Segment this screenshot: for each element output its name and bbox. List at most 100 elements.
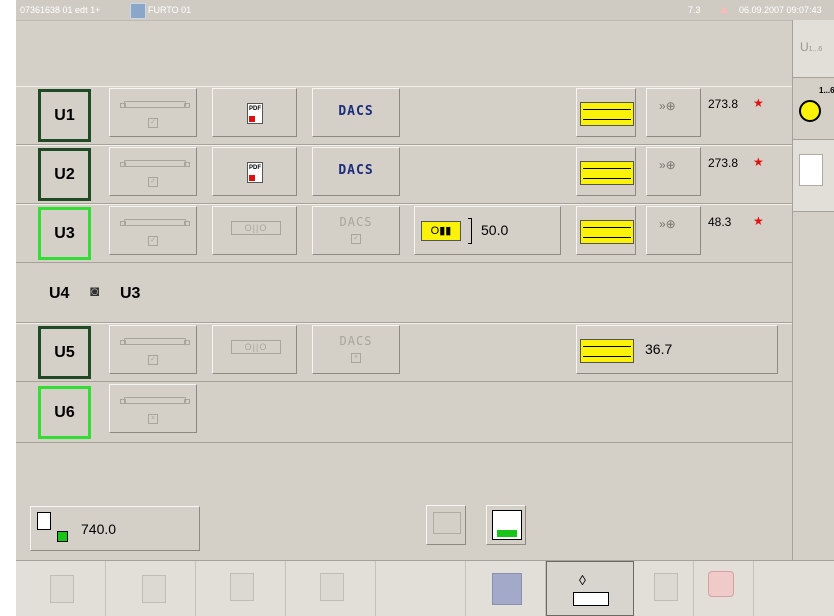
- pdf-button[interactable]: PDF: [212, 147, 297, 196]
- transfer-button[interactable]: »⊕: [646, 206, 701, 255]
- unit-label: U5: [54, 343, 75, 361]
- transfer-icon: »⊕: [659, 158, 676, 172]
- unit-label: U6: [54, 403, 75, 421]
- dacs-button-disabled[interactable]: DACS ×: [312, 325, 400, 374]
- perforation-button[interactable]: O||O: [212, 325, 297, 374]
- layout-diagram-icon: [580, 220, 634, 244]
- alert-arrow-icon: ▲: [718, 2, 730, 16]
- transfer-button[interactable]: »⊕: [646, 88, 701, 137]
- unit-value: 48.3: [708, 215, 732, 229]
- title-bar: 07361638 01 edt 1+ FURTO 01 7.3 ▲ 06.09.…: [16, 0, 834, 21]
- perforation-icon: O||O: [231, 221, 281, 235]
- layout-diagram-button[interactable]: [576, 206, 636, 255]
- monitor-icon: [492, 573, 522, 605]
- dacs-label: DACS: [338, 163, 374, 178]
- layout-diagram-button[interactable]: [576, 88, 636, 137]
- perforation-value: 50.0: [481, 222, 509, 238]
- cross-check-icon: ×: [148, 414, 158, 424]
- machine-load-icon: [230, 573, 254, 601]
- toolbar-button-4[interactable]: [286, 561, 376, 616]
- pdf-button[interactable]: PDF: [212, 88, 297, 137]
- notes-icon: [799, 154, 823, 186]
- unit-button-u2[interactable]: U2: [38, 148, 91, 201]
- check-icon: ✓: [351, 234, 361, 244]
- layout-diagram-icon: [580, 161, 634, 185]
- toolbar-button-3[interactable]: [196, 561, 286, 616]
- tab-rolls[interactable]: 1...6: [793, 78, 834, 140]
- roll-status-button[interactable]: ✓: [109, 325, 197, 374]
- roll-icon: [120, 160, 190, 167]
- roll-status-button[interactable]: ✓: [109, 206, 197, 255]
- unit-label-u4: U4: [49, 285, 70, 302]
- pdf-icon: PDF: [247, 162, 263, 183]
- perforation-button[interactable]: O||O: [212, 206, 297, 255]
- transfer-button[interactable]: »⊕: [646, 147, 701, 196]
- unit-value: 36.7: [645, 341, 673, 357]
- modified-star-icon: ★: [753, 214, 764, 228]
- dacs-label: DACS: [339, 334, 373, 348]
- unit-label: U2: [54, 165, 75, 183]
- layout-diagram-button[interactable]: [576, 147, 636, 196]
- perforation-icon: O||O: [231, 340, 281, 354]
- check-icon: ✓: [148, 177, 158, 187]
- dacs-label: DACS: [339, 215, 373, 229]
- width-value: 740.0: [81, 521, 117, 537]
- toolbar-button-9[interactable]: [694, 561, 754, 616]
- transfer-icon: »⊕: [659, 217, 676, 231]
- layout-diagram-icon: [580, 339, 634, 363]
- tab-units[interactable]: U1...6: [793, 20, 834, 78]
- layout-diagram-icon: [580, 102, 634, 126]
- unit-value: 273.8: [708, 156, 739, 170]
- bottom-toolbar: ◊: [16, 560, 834, 616]
- roll-status-button[interactable]: ×: [109, 384, 197, 433]
- dacs-button-disabled[interactable]: DACS ✓: [312, 206, 400, 255]
- roll-icon: [120, 338, 190, 345]
- layout-edit-button-disabled[interactable]: [426, 505, 466, 545]
- app-window: 07361638 01 edt 1+ FURTO 01 7.3 ▲ 06.09.…: [16, 0, 834, 616]
- unit-button-u5[interactable]: U5: [38, 326, 91, 379]
- perforation-value-button[interactable]: O▮▮ 50.0: [414, 206, 561, 255]
- pdf-icon: PDF: [247, 103, 263, 124]
- dacs-label: DACS: [338, 104, 374, 119]
- toolbar-button-6[interactable]: [466, 561, 546, 616]
- toolbar-button-5[interactable]: [376, 561, 466, 616]
- unit-label: U1: [54, 106, 75, 124]
- document-icon: [130, 3, 146, 19]
- separator: [16, 442, 792, 443]
- unit-label: U3: [54, 224, 75, 242]
- roll-icon: [120, 397, 190, 404]
- layout-diagram-button[interactable]: 36.7: [576, 325, 778, 374]
- dacs-button[interactable]: DACS: [312, 147, 400, 196]
- cross-check-icon: ×: [351, 353, 361, 363]
- document-name: FURTO 01: [148, 5, 192, 15]
- roll-status-button[interactable]: ✓: [109, 88, 197, 137]
- perforation-yellow-icon: O▮▮: [421, 221, 461, 241]
- unit-button-u3[interactable]: U3: [38, 207, 91, 260]
- dacs-button[interactable]: DACS: [312, 88, 400, 137]
- tool-icon: [654, 573, 678, 601]
- unit-button-u6[interactable]: U6: [38, 386, 91, 439]
- toolbar-button-1[interactable]: [16, 561, 106, 616]
- modified-star-icon: ★: [753, 96, 764, 110]
- unit-value: 273.8: [708, 97, 739, 111]
- transfer-icon: »⊕: [659, 99, 676, 113]
- roll-yellow-icon: [799, 100, 821, 122]
- roll-status-button[interactable]: ✓: [109, 147, 197, 196]
- screen-list-icon: [50, 575, 74, 603]
- toolbar-button-2[interactable]: [106, 561, 196, 616]
- toolbar-button-7-active[interactable]: ◊: [546, 561, 634, 616]
- tab-units-label: U1...6: [800, 40, 823, 54]
- layout-dacs-button[interactable]: [486, 505, 526, 545]
- right-sidebar: U1...6 1...6: [792, 20, 834, 615]
- web-width-icon: [37, 512, 51, 530]
- modified-star-icon: ★: [753, 155, 764, 169]
- tab-notes[interactable]: [793, 140, 834, 212]
- job-id: 07361638 01 edt 1+: [20, 5, 101, 15]
- machine-transfer-icon: [320, 573, 344, 601]
- roll-icon: [120, 219, 190, 226]
- list-back-icon: [142, 575, 166, 603]
- unit-button-u1[interactable]: U1: [38, 89, 91, 142]
- status-green-icon: [57, 531, 68, 542]
- toolbar-button-8[interactable]: [634, 561, 694, 616]
- width-button[interactable]: 740.0: [30, 506, 200, 551]
